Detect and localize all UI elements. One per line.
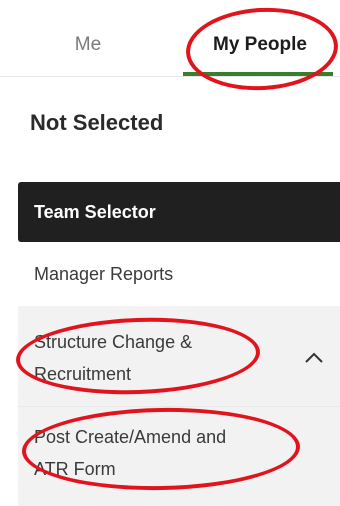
post-create-label-line1: Post Create/Amend and: [34, 427, 227, 447]
submenu-item-post-create-amend-atr[interactable]: Post Create/Amend and ATR Form: [18, 406, 340, 506]
side-menu: Team Selector Manager Reports Structure …: [18, 182, 340, 506]
tab-my-people[interactable]: My People: [180, 30, 340, 60]
tab-divider: [0, 76, 340, 77]
tab-bar: Me My People: [0, 0, 340, 90]
menu-item-team-selector[interactable]: Team Selector: [18, 182, 340, 242]
selection-status: Not Selected: [30, 110, 164, 135]
tab-me[interactable]: Me: [38, 30, 138, 60]
post-create-label-line2: ATR Form: [34, 459, 116, 479]
chevron-up-icon[interactable]: [294, 343, 334, 373]
menu-item-structure-change-recruitment[interactable]: Structure Change & Recruitment: [18, 306, 340, 406]
menu-item-manager-reports[interactable]: Manager Reports: [18, 242, 340, 306]
